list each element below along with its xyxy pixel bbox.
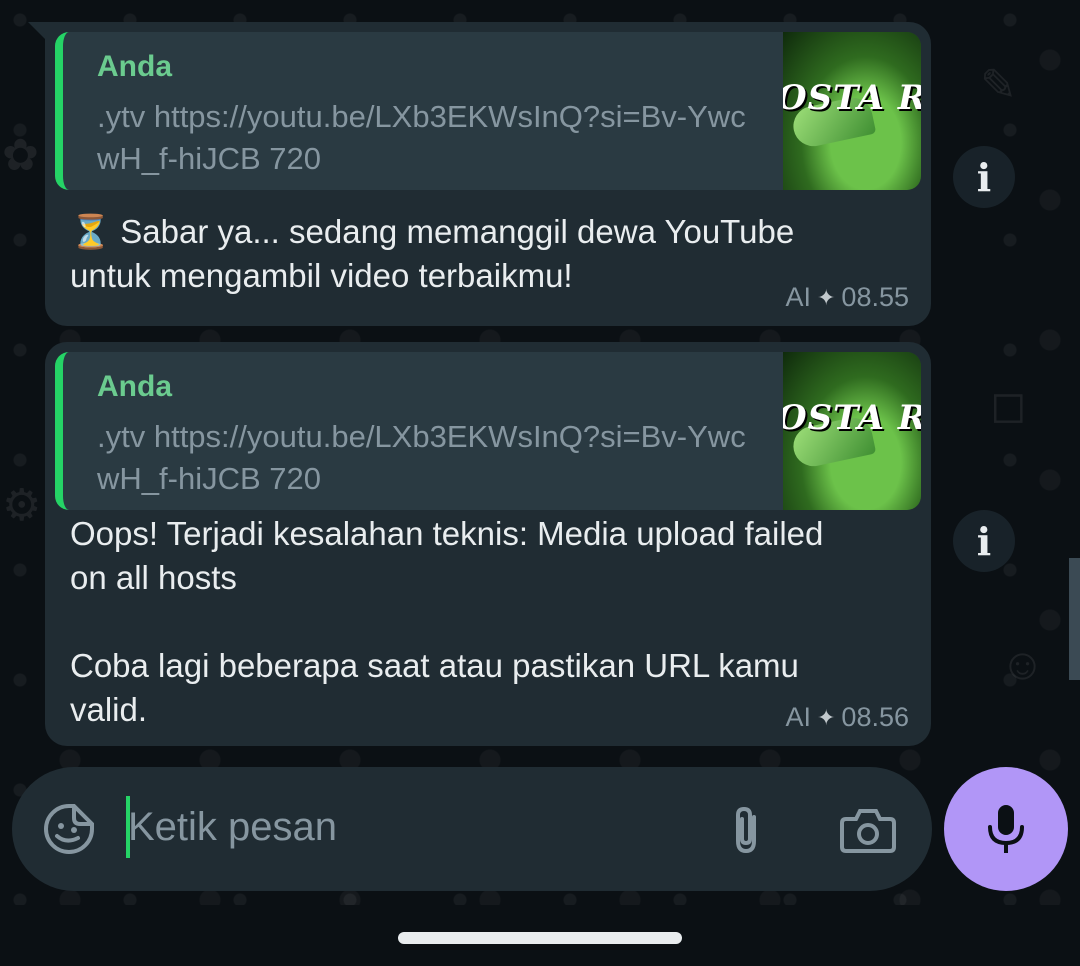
quote-author: Anda	[97, 370, 172, 403]
quote-author: Anda	[97, 50, 172, 83]
doodle-icon: ✎	[980, 61, 1017, 110]
message-text: ⏳ Sabar ya... sedang memanggil dewa YouT…	[70, 210, 794, 298]
info-button[interactable]: i	[953, 510, 1015, 572]
message-time: 08.55	[841, 282, 909, 312]
info-button[interactable]: i	[953, 146, 1015, 208]
hourglass-icon: ⏳	[70, 213, 112, 250]
message-bubble[interactable]: Anda .ytv https://youtu.be/LXb3EKWsInQ?s…	[45, 22, 931, 326]
message-bubble[interactable]: Anda .ytv https://youtu.be/LXb3EKWsInQ?s…	[45, 342, 931, 746]
scrollbar[interactable]	[1069, 558, 1080, 680]
message-meta: AI ✦ 08.55	[785, 282, 909, 313]
quoted-message[interactable]: Anda .ytv https://youtu.be/LXb3EKWsInQ?s…	[55, 352, 921, 510]
doodle-icon: ◻	[990, 381, 1027, 430]
quoted-message[interactable]: Anda .ytv https://youtu.be/LXb3EKWsInQ?s…	[55, 32, 921, 190]
camera-icon[interactable]	[840, 805, 896, 855]
quote-text: .ytv https://youtu.be/LXb3EKWsInQ?si=Bv-…	[97, 99, 746, 176]
chat-background: ✎ ◻ ☺ ⚙ ✿ Anda .ytv https://youtu.be/LXb…	[0, 0, 1080, 905]
sticker-icon[interactable]	[42, 802, 96, 856]
quote-thumbnail: OSTA RIC	[783, 32, 921, 190]
ai-label: AI	[785, 702, 811, 732]
message-composer	[12, 767, 932, 891]
thumbnail-text: OSTA RIC	[783, 398, 921, 438]
message-input[interactable]	[128, 805, 688, 850]
doodle-icon: ⚙	[2, 481, 42, 530]
attach-icon[interactable]	[724, 803, 768, 857]
mic-icon	[988, 805, 1024, 853]
ai-label: AI	[785, 282, 811, 312]
quote-text: .ytv https://youtu.be/LXb3EKWsInQ?si=Bv-…	[97, 419, 746, 496]
mic-button[interactable]	[944, 767, 1068, 891]
sparkle-icon: ✦	[816, 284, 836, 310]
message-text: Oops! Terjadi kesalahan teknis: Media up…	[70, 515, 824, 728]
doodle-icon: ✿	[2, 131, 39, 180]
quote-thumbnail: OSTA RIC	[783, 352, 921, 510]
message-time: 08.56	[841, 702, 909, 732]
message-meta: AI ✦ 08.56	[785, 702, 909, 733]
sparkle-icon: ✦	[816, 704, 836, 730]
doodle-icon: ☺	[1000, 640, 1045, 689]
system-navigation-bar	[0, 905, 1080, 966]
message-body: Sabar ya... sedang memanggil dewa YouTub…	[70, 213, 795, 294]
thumbnail-text: OSTA RIC	[783, 78, 921, 118]
home-indicator[interactable]	[398, 932, 682, 944]
